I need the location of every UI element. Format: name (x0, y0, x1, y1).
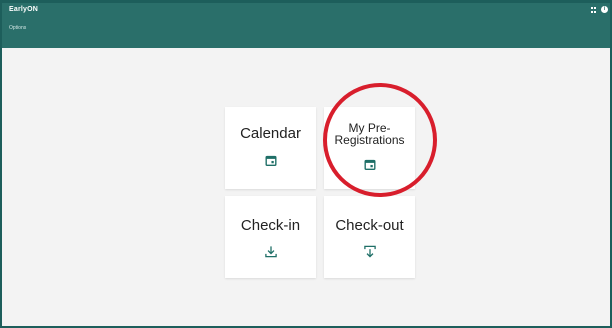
upload-icon (363, 245, 376, 263)
check-in-tile-label: Check-in (240, 217, 301, 234)
app-window: EarlyON i Options Calendar My Pre- Regis… (0, 0, 612, 328)
pre-registrations-tile[interactable]: My Pre- Registrations (324, 107, 415, 189)
header-icons: i (591, 6, 608, 13)
apps-grid-icon[interactable] (591, 7, 597, 13)
check-out-tile[interactable]: Check-out (324, 196, 415, 278)
options-link[interactable]: Options (9, 25, 26, 31)
info-icon[interactable]: i (601, 6, 608, 13)
calendar-icon (364, 157, 375, 175)
app-title: EarlyON (9, 6, 39, 13)
calendar-icon (265, 153, 276, 171)
app-header: EarlyON i (2, 3, 610, 23)
calendar-tile-label: Calendar (240, 125, 301, 142)
sub-toolbar: Options (2, 23, 610, 48)
pre-registrations-label-line2: Registrations (334, 133, 405, 147)
check-out-tile-label: Check-out (335, 217, 404, 234)
check-in-tile[interactable]: Check-in (225, 196, 316, 278)
download-icon (264, 245, 277, 263)
calendar-tile[interactable]: Calendar (225, 107, 316, 189)
